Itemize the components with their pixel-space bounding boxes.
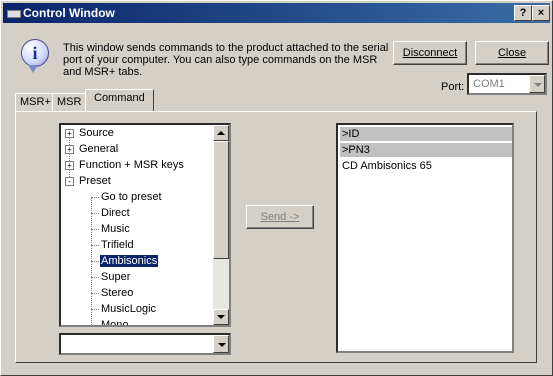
tab-msr[interactable]: MSR [52,93,87,111]
tree-item-mono[interactable]: Mono [87,317,129,325]
scroll-down-button[interactable] [213,309,229,325]
tree-scrollbar[interactable] [213,125,229,325]
output-line: >ID [340,127,512,141]
tree-item-stereo[interactable]: Stereo [87,285,133,301]
output-line: >PN3 [340,143,512,157]
window-icon [7,10,21,18]
close-button[interactable]: Close [475,41,549,65]
chevron-down-icon[interactable] [529,75,545,93]
tree-item-general[interactable]: + General [65,141,118,157]
tab-msr-plus[interactable]: MSR+ [15,93,56,111]
window-title: Control Window [23,6,115,20]
collapse-icon[interactable]: - [65,177,74,186]
send-button[interactable]: Send -> [246,205,314,229]
info-line-1: This window sends commands to the produc… [63,42,389,54]
tree-item-music[interactable]: Music [87,221,130,237]
tree-item-source[interactable]: + Source [65,125,114,141]
output-log[interactable]: >ID >PN3 CD Ambisonics 65 [336,123,514,353]
info-text: This window sends commands to the produc… [63,42,393,78]
disconnect-button[interactable]: Disconnect [393,41,467,65]
scroll-thumb[interactable] [213,141,229,259]
port-label: Port: [441,81,465,93]
control-window: Control Window ? × i This window sends c… [0,0,553,376]
port-value: COM1 [473,78,505,90]
output-line: CD Ambisonics 65 [342,160,432,172]
tree-item-go-to-preset[interactable]: Go to preset [87,189,162,205]
expand-icon[interactable]: + [65,129,74,138]
tree-item-ambisonics[interactable]: Ambisonics [87,253,160,269]
expand-icon[interactable]: + [65,145,74,154]
close-window-button[interactable]: × [532,5,550,21]
chevron-up-icon [217,131,225,135]
tree-item-musiclogic[interactable]: MusicLogic [87,301,156,317]
scroll-up-button[interactable] [213,125,229,141]
tree-item-trifield[interactable]: Trifield [87,237,134,253]
port-select[interactable]: COM1 [467,73,547,95]
tab-command[interactable]: Command [85,89,154,111]
info-line-3: and MSR+ tabs. [63,66,143,78]
command-input-combo[interactable] [59,333,231,355]
help-button[interactable]: ? [514,5,532,21]
chevron-down-icon[interactable] [213,335,229,353]
info-line-2: port of your computer. You can also type… [63,54,378,66]
command-tree[interactable]: + Source + General + Function + MSR keys… [59,123,231,327]
tree-item-direct[interactable]: Direct [87,205,130,221]
info-icon: i [21,39,49,73]
title-bar[interactable]: Control Window ? × [3,3,550,23]
tree-item-function-msr-keys[interactable]: + Function + MSR keys [65,157,184,173]
expand-icon[interactable]: + [65,161,74,170]
tree-item-preset[interactable]: - Preset [65,173,111,189]
chevron-down-icon [217,315,225,319]
tree-item-super[interactable]: Super [87,269,130,285]
